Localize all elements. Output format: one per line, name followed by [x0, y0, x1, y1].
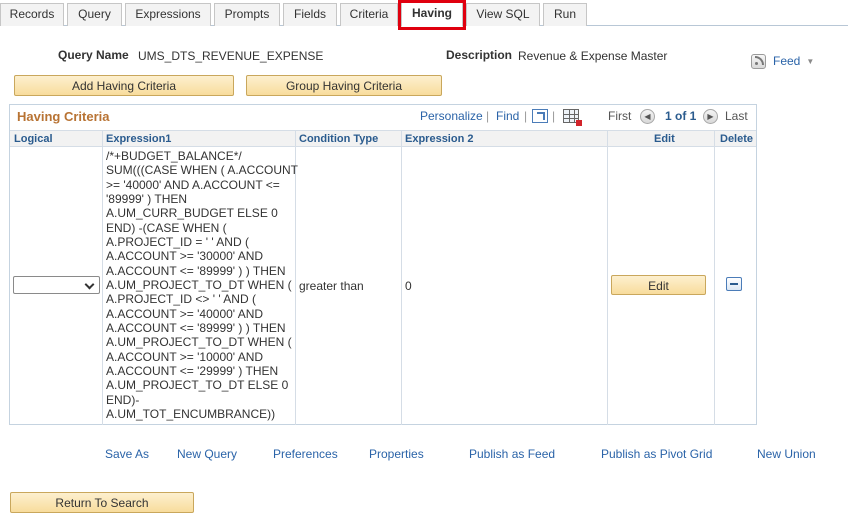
feed-menu[interactable]: Feed ▼ [751, 53, 814, 69]
nav-separator: | [524, 109, 528, 123]
edit-row-button[interactable]: Edit [611, 275, 706, 295]
column-divider [102, 130, 103, 425]
return-to-search-button[interactable]: Return To Search [10, 492, 194, 513]
publish-as-feed-link[interactable]: Publish as Feed [469, 447, 555, 461]
personalize-link[interactable]: Personalize [420, 109, 483, 123]
tab-having[interactable]: Having [401, 2, 463, 27]
column-header-expression2[interactable]: Expression 2 [401, 131, 473, 147]
description-label: Description [446, 48, 513, 62]
add-having-criteria-button[interactable]: Add Having Criteria [14, 75, 234, 96]
tab-view-sql[interactable]: View SQL [466, 3, 540, 26]
tab-run[interactable]: Run [543, 3, 587, 26]
description-value: Revenue & Expense Master [518, 49, 668, 63]
column-header-logical[interactable]: Logical [10, 131, 53, 147]
properties-link[interactable]: Properties [369, 447, 424, 461]
rss-feed-icon [751, 53, 766, 69]
group-having-criteria-button[interactable]: Group Having Criteria [246, 75, 442, 96]
new-query-link[interactable]: New Query [177, 447, 237, 461]
query-name-value: UMS_DTS_REVENUE_EXPENSE [138, 49, 324, 63]
having-criteria-grid: Having Criteria Personalize | Find | | F… [9, 104, 757, 425]
view-all-zoom-icon[interactable] [532, 109, 548, 123]
grid-title-bar: Having Criteria Personalize | Find | | F… [10, 105, 756, 129]
tab-prompts[interactable]: Prompts [214, 3, 280, 26]
preferences-link[interactable]: Preferences [273, 447, 338, 461]
first-label: First [608, 109, 632, 123]
new-union-link[interactable]: New Union [757, 447, 816, 461]
query-name-label: Query Name [58, 48, 129, 62]
column-divider [401, 130, 402, 425]
tab-bar: Records Query Expressions Prompts Fields… [0, 0, 848, 27]
logical-select[interactable] [13, 276, 100, 294]
column-divider [607, 130, 608, 425]
column-header-delete: Delete [720, 133, 754, 145]
previous-row-icon[interactable]: ◀ [640, 109, 655, 124]
column-divider [714, 130, 715, 425]
save-as-link[interactable]: Save As [105, 447, 149, 461]
tab-fields[interactable]: Fields [283, 3, 337, 26]
next-row-icon[interactable]: ▶ [703, 109, 718, 124]
nav-separator: | [552, 109, 556, 123]
feed-label: Feed [773, 54, 801, 68]
column-header-expression1[interactable]: Expression1 [102, 131, 171, 147]
tab-criteria[interactable]: Criteria [340, 3, 398, 26]
tab-query[interactable]: Query [67, 3, 122, 26]
find-link[interactable]: Find [496, 109, 519, 123]
tab-expressions[interactable]: Expressions [125, 3, 211, 26]
column-header-condition-type[interactable]: Condition Type [295, 131, 378, 147]
nav-separator: | [486, 109, 490, 123]
last-label: Last [725, 109, 748, 123]
grid-column-headers: Logical Expression1 Condition Type Expre… [10, 130, 756, 147]
grid-title: Having Criteria [17, 109, 110, 124]
tab-records[interactable]: Records [0, 3, 64, 26]
chevron-down-icon: ▼ [806, 56, 815, 66]
publish-as-pivot-grid-link[interactable]: Publish as Pivot Grid [601, 447, 712, 461]
expression1-value: /*+BUDGET_BALANCE*/ SUM(((CASE WHEN ( A.… [106, 149, 298, 421]
column-header-edit: Edit [654, 133, 675, 145]
expression2-value: 0 [405, 279, 412, 293]
condition-type-value: greater than [299, 279, 364, 293]
download-excel-icon[interactable] [563, 109, 582, 126]
page-info: 1 of 1 [665, 109, 697, 123]
delete-row-icon[interactable] [726, 277, 742, 291]
